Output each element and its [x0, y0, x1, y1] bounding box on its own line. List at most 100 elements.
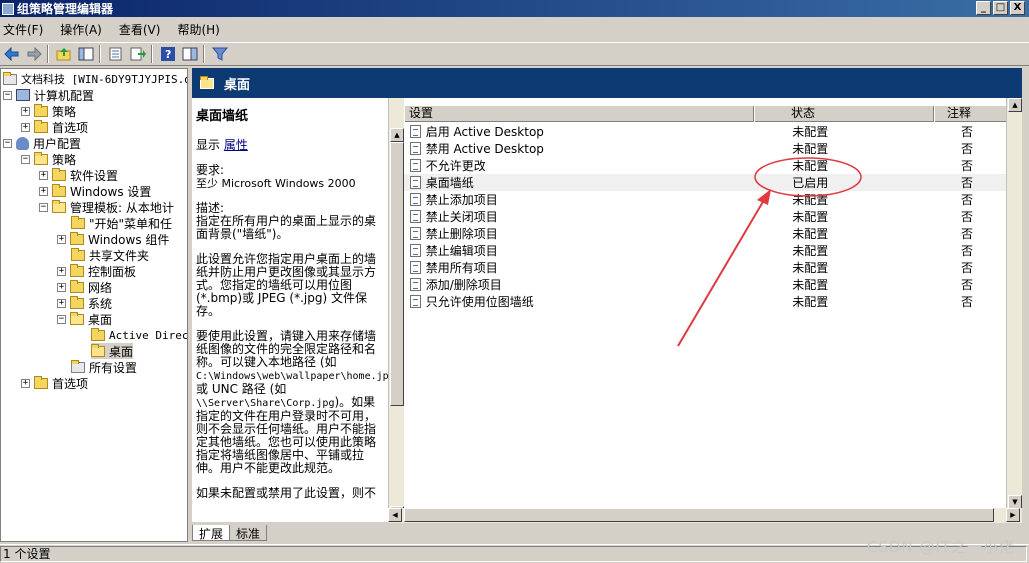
policy-setting-icon — [410, 244, 421, 257]
expand-icon[interactable]: + — [57, 266, 66, 276]
expand-icon[interactable]: + — [21, 122, 30, 132]
table-row[interactable]: 启用 Active Desktop 未配置 否 — [404, 123, 1008, 140]
setting-name: 禁止删除项目 — [425, 227, 498, 241]
tree-item-user-preferences[interactable]: + 首选项 — [21, 375, 88, 391]
tree-item-shared-folders[interactable]: 共享文件夹 — [71, 247, 149, 263]
export-list-icon[interactable] — [128, 44, 148, 64]
folder-icon — [52, 167, 66, 181]
toolbar-separator — [203, 45, 205, 63]
folder-icon — [70, 263, 84, 277]
document-icon — [3, 71, 17, 85]
expand-icon[interactable]: + — [39, 170, 48, 180]
tree-item-admin-templates[interactable]: − 管理模板: 从本地计 — [39, 199, 174, 215]
description-scrollbar[interactable]: ▲ ▼ — [388, 98, 404, 522]
collapse-icon[interactable]: − — [3, 138, 12, 148]
menu-action[interactable]: 操作(A) — [57, 21, 108, 38]
table-row[interactable]: 禁止关闭项目 未配置 否 — [404, 208, 1008, 225]
table-row[interactable]: 禁用所有项目 未配置 否 — [404, 259, 1008, 276]
collapse-icon[interactable]: − — [39, 202, 48, 212]
scroll-up-button[interactable]: ▲ — [1008, 98, 1022, 112]
display-line: 显示 属性 — [196, 139, 384, 152]
table-row[interactable]: 禁止删除项目 未配置 否 — [404, 225, 1008, 242]
toggle-pane-icon[interactable] — [180, 44, 200, 64]
filter-icon[interactable] — [210, 44, 230, 64]
tree-item-computer-preferences[interactable]: + 首选项 — [21, 119, 88, 135]
close-button[interactable]: X — [1010, 1, 1025, 15]
setting-state: 未配置 — [792, 142, 829, 156]
expand-icon[interactable]: + — [39, 186, 48, 196]
collapse-icon[interactable]: − — [21, 154, 30, 164]
expand-icon[interactable]: + — [57, 298, 66, 308]
column-header-state[interactable]: 状态 — [754, 106, 934, 122]
tree-item-user-config[interactable]: − 用户配置 — [3, 135, 81, 151]
setting-note: 否 — [960, 125, 973, 139]
tree-item-windows-settings[interactable]: + Windows 设置 — [39, 183, 151, 199]
setting-note: 否 — [960, 210, 973, 224]
list-scrollbar[interactable]: ▲ ▼ — [1006, 98, 1022, 510]
expand-icon[interactable]: + — [21, 106, 30, 116]
scroll-down-button[interactable]: ▼ — [1008, 495, 1022, 509]
collapse-icon[interactable]: − — [3, 90, 12, 100]
tree-item-control-panel[interactable]: + 控制面板 — [57, 263, 136, 279]
table-row[interactable]: 不允许更改 未配置 否 — [404, 157, 1008, 174]
scroll-right-button[interactable]: ▶ — [1006, 508, 1020, 522]
show-hide-tree-icon[interactable] — [76, 44, 96, 64]
tab-extended[interactable]: 扩展 — [192, 525, 231, 541]
tree-item-network[interactable]: + 网络 — [57, 279, 112, 295]
table-row[interactable]: 只允许使用位图墙纸 未配置 否 — [404, 293, 1008, 310]
tree-item-computer-config[interactable]: − 计算机配置 — [3, 87, 94, 103]
help-icon[interactable]: ? — [158, 44, 178, 64]
back-icon[interactable] — [2, 44, 22, 64]
setting-name: 禁用所有项目 — [425, 261, 498, 275]
setting-note: 否 — [960, 261, 973, 275]
folder-open-icon — [52, 199, 66, 213]
table-row[interactable]: 禁止添加项目 未配置 否 — [404, 191, 1008, 208]
folder-open-icon — [70, 311, 84, 325]
app-icon — [2, 2, 14, 15]
table-row[interactable]: 禁用 Active Desktop 未配置 否 — [404, 140, 1008, 157]
column-header-setting[interactable]: 设置 — [404, 106, 754, 122]
tree-item-desktop-selected[interactable]: 桌面 — [91, 343, 134, 359]
tree-item-computer-policy[interactable]: + 策略 — [21, 103, 76, 119]
expand-icon[interactable]: + — [57, 234, 66, 244]
scroll-thumb[interactable] — [404, 508, 994, 522]
tree-label: 策略 — [52, 152, 77, 167]
setting-note: 否 — [960, 227, 973, 241]
tree-item-system[interactable]: + 系统 — [57, 295, 112, 311]
scroll-up-button[interactable]: ▲ — [390, 128, 404, 142]
table-row[interactable]: 桌面墙纸 已启用 否 — [404, 174, 1008, 191]
setting-note: 否 — [960, 244, 973, 258]
tree-label: 首选项 — [52, 120, 89, 135]
policy-setting-icon — [410, 295, 421, 308]
menu-help[interactable]: 帮助(H) — [174, 21, 225, 38]
expand-icon[interactable]: + — [57, 282, 66, 292]
tree-item-active-desktop[interactable]: Active Direc — [91, 327, 187, 343]
minimize-button[interactable]: _ — [976, 1, 991, 15]
table-row[interactable]: 添加/删除项目 未配置 否 — [404, 276, 1008, 293]
tree-item-start-menu[interactable]: "开始"菜单和任 — [71, 215, 172, 231]
expand-icon[interactable]: + — [21, 378, 30, 388]
properties-link[interactable]: 属性 — [224, 138, 248, 152]
menu-file[interactable]: 文件(F) — [0, 21, 49, 38]
tree-label: "开始"菜单和任 — [89, 216, 173, 231]
up-folder-icon[interactable] — [54, 44, 74, 64]
menu-view[interactable]: 查看(V) — [116, 21, 167, 38]
scroll-left-button[interactable]: ◀ — [388, 508, 402, 522]
setting-note: 否 — [960, 278, 973, 292]
forward-icon[interactable] — [24, 44, 44, 64]
horizontal-scrollbar[interactable]: ◀ ▶ — [388, 508, 1022, 523]
tab-standard[interactable]: 标准 — [229, 525, 268, 541]
tree-item-user-policy[interactable]: − 策略 — [21, 151, 76, 167]
properties-icon[interactable] — [106, 44, 126, 64]
tree-item-all-settings[interactable]: 所有设置 — [71, 359, 137, 375]
maximize-button[interactable]: □ — [993, 1, 1008, 15]
setting-name: 禁止关闭项目 — [425, 210, 498, 224]
tree-item-desktop[interactable]: − 桌面 — [57, 311, 112, 327]
tree-item-software-settings[interactable]: + 软件设置 — [39, 167, 118, 183]
tree-item-root[interactable]: 文档科技 [WIN-6DY9TJYJPIS.de — [3, 71, 187, 87]
collapse-icon[interactable]: − — [57, 314, 66, 324]
setting-state: 未配置 — [792, 125, 829, 139]
tree-item-windows-components[interactable]: + Windows 组件 — [57, 231, 169, 247]
table-row[interactable]: 禁止编辑项目 未配置 否 — [404, 242, 1008, 259]
scroll-thumb[interactable] — [390, 142, 404, 406]
